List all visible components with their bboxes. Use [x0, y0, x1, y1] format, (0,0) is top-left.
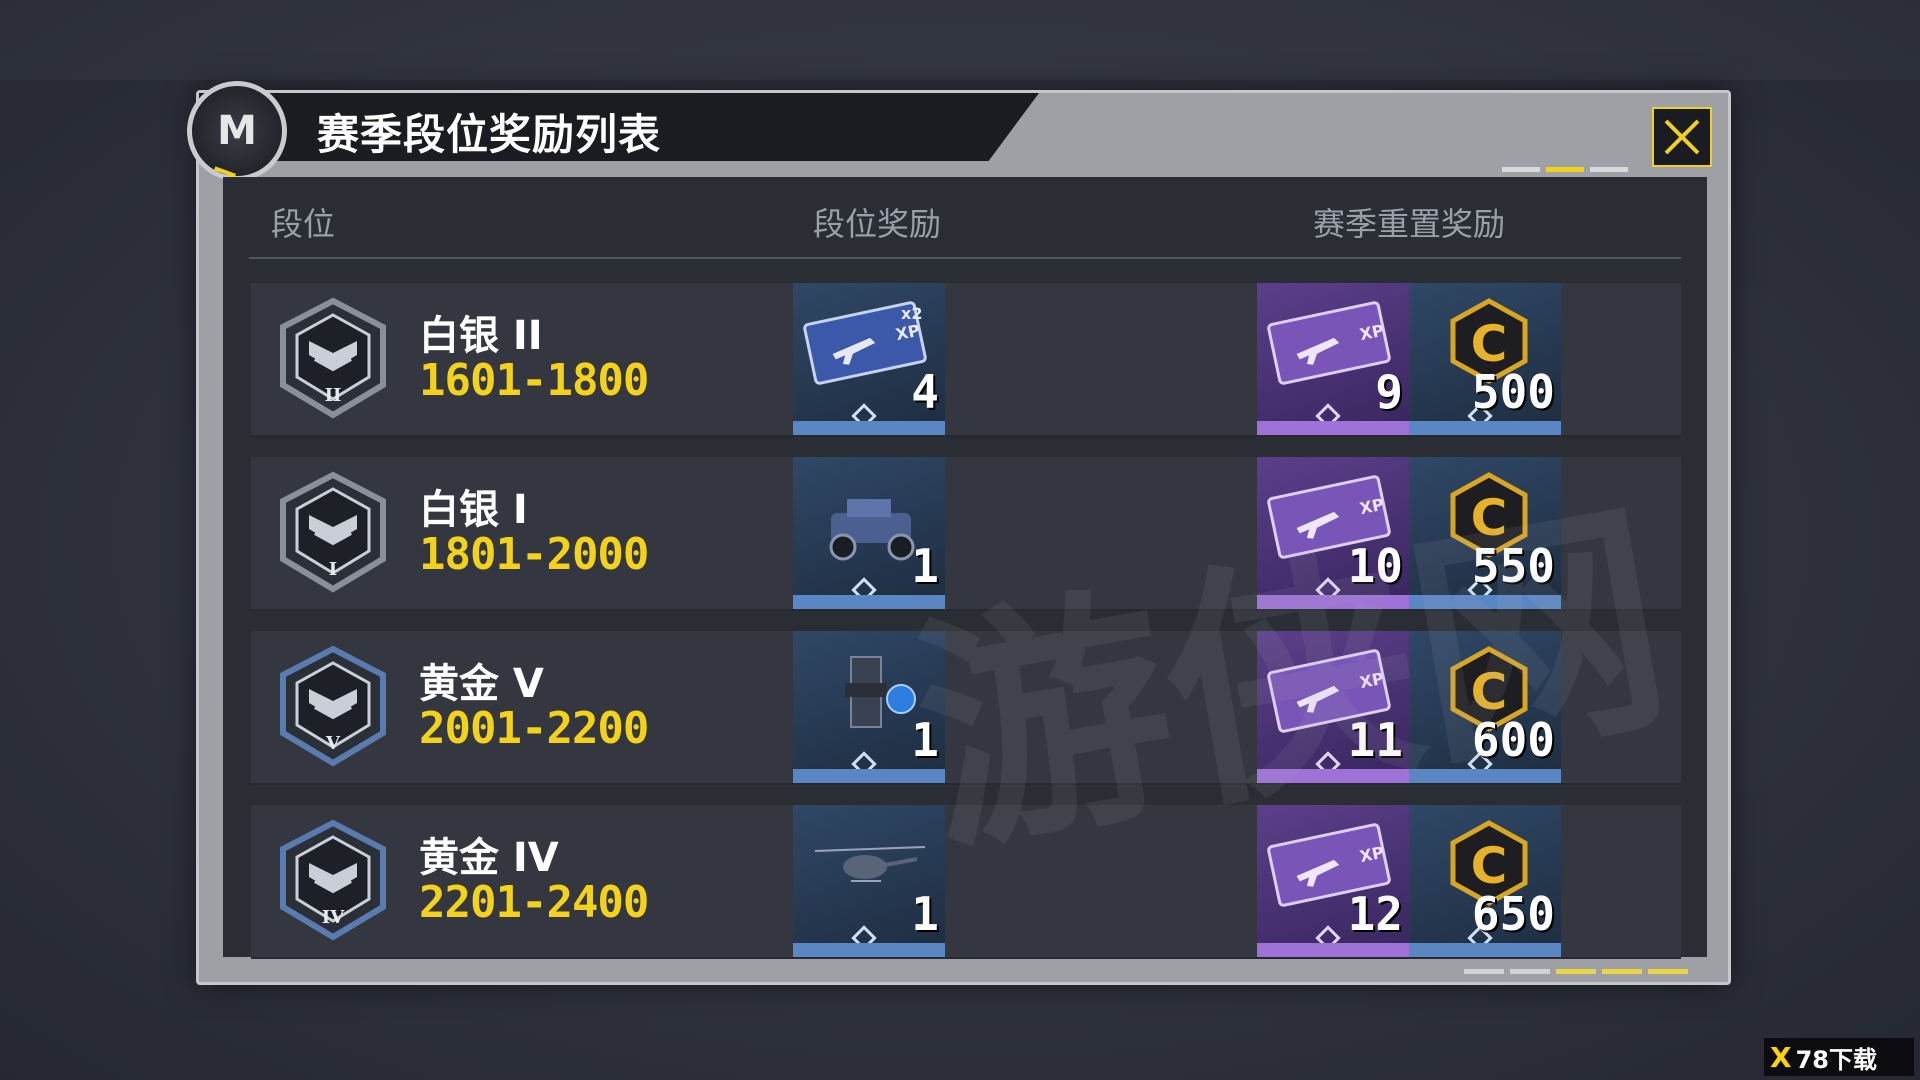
footer-bar	[1464, 969, 1504, 974]
rank-name: 黄金 V	[419, 661, 544, 707]
reward-count: 10	[1347, 539, 1403, 593]
emblem-glyph: M	[217, 108, 257, 154]
column-header-rank: 段位	[271, 205, 336, 243]
footer-bar-active	[1602, 969, 1642, 974]
close-icon	[1664, 119, 1700, 155]
season-reset-reward-tile[interactable]: XP 10	[1257, 457, 1409, 609]
rarity-diamond-icon	[851, 577, 877, 595]
svg-text:x2: x2	[901, 304, 922, 323]
reward-count: 600	[1471, 713, 1555, 767]
reward-count: 650	[1471, 887, 1555, 941]
rank-badge-icon: IV	[271, 819, 395, 945]
rank-badge-numeral: V	[326, 733, 340, 754]
emblem-icon: M	[187, 81, 287, 181]
column-header-season-reset-reward: 赛季重置奖励	[1313, 205, 1506, 243]
season-reset-reward-tile[interactable]: C 650	[1409, 805, 1561, 957]
emblem-accent	[213, 166, 237, 178]
rank-reward-tile[interactable]: XP x2 4	[793, 283, 945, 435]
rank-row: IV 黄金 IV 2201-2400 1 XP 12 C 650	[251, 805, 1681, 959]
rank-badge-numeral: II	[324, 385, 342, 406]
rank-badge-numeral: IV	[321, 907, 345, 928]
rank-row: II 白银 II 1601-1800 XP x2 4 XP 9 C 500	[251, 283, 1681, 437]
site-logo-mark: X	[1770, 1040, 1792, 1074]
close-button[interactable]	[1652, 107, 1712, 167]
footer-indicator	[1464, 969, 1688, 974]
rank-score-range: 1801-2000	[419, 529, 649, 580]
footer-bar	[1510, 969, 1550, 974]
season-reset-reward-tile[interactable]: C 500	[1409, 283, 1561, 435]
page-dot-active	[1546, 167, 1584, 172]
reward-count: 12	[1347, 887, 1403, 941]
footer-bar-active	[1556, 969, 1596, 974]
season-reset-reward-tile[interactable]: XP 9	[1257, 283, 1409, 435]
season-reset-reward-tile[interactable]: C 600	[1409, 631, 1561, 783]
rank-score-range: 2001-2200	[419, 703, 649, 754]
rank-reward-tile[interactable]: 1	[793, 631, 945, 783]
rank-name: 白银 II	[419, 313, 543, 359]
rank-badge-numeral: I	[328, 559, 338, 580]
page-dot	[1590, 167, 1628, 172]
rarity-diamond-icon	[1315, 403, 1341, 421]
season-reset-reward-tile[interactable]: XP 12	[1257, 805, 1409, 957]
column-header-rank-reward: 段位奖励	[813, 205, 942, 243]
rarity-diamond-icon	[851, 403, 877, 421]
rarity-diamond-icon	[1315, 751, 1341, 769]
rank-reward-tile[interactable]: 1	[793, 805, 945, 957]
site-logo-text: 78下载	[1795, 1045, 1877, 1074]
rank-badge-icon: II	[271, 297, 395, 423]
modal-title: 赛季段位奖励列表	[317, 110, 662, 159]
background-top-band	[0, 0, 1920, 80]
reward-count: 11	[1347, 713, 1403, 767]
rank-name: 白银 I	[419, 487, 528, 533]
header-divider	[249, 257, 1681, 259]
page-dot	[1502, 167, 1540, 172]
rarity-diamond-icon	[851, 925, 877, 943]
rank-badge-icon: I	[271, 471, 395, 597]
rarity-diamond-icon	[1315, 925, 1341, 943]
rank-score-range: 2201-2400	[419, 877, 649, 928]
season-rank-rewards-modal: M 赛季段位奖励列表 段位 段位奖励 赛季重置奖励 II 白银 II 1601-18…	[187, 81, 1731, 985]
rank-badge-icon: V	[271, 645, 395, 771]
rarity-diamond-icon	[851, 751, 877, 769]
site-logo: X 78下载	[1764, 1038, 1914, 1076]
reward-count: 4	[911, 365, 939, 419]
season-reset-reward-tile[interactable]: XP 11	[1257, 631, 1409, 783]
reward-count: 500	[1471, 365, 1555, 419]
season-reset-reward-tile[interactable]: C 550	[1409, 457, 1561, 609]
reward-count: 1	[911, 887, 939, 941]
rarity-diamond-icon	[1315, 577, 1341, 595]
reward-count: 1	[911, 539, 939, 593]
reward-count: 1	[911, 713, 939, 767]
rank-row: V 黄金 V 2001-2200 1 XP 11 C 600	[251, 631, 1681, 785]
rank-score-range: 1601-1800	[419, 355, 649, 406]
reward-count: 550	[1471, 539, 1555, 593]
rank-row: I 白银 I 1801-2000 1 XP 10 C 550	[251, 457, 1681, 611]
footer-bar-active	[1648, 969, 1688, 974]
rank-reward-tile[interactable]: 1	[793, 457, 945, 609]
header-page-indicator	[1502, 167, 1628, 172]
rewards-panel: 段位 段位奖励 赛季重置奖励 II 白银 II 1601-1800 XP x2 4 XP 9 C…	[223, 177, 1707, 959]
reward-count: 9	[1375, 365, 1403, 419]
rank-name: 黄金 IV	[419, 835, 559, 881]
